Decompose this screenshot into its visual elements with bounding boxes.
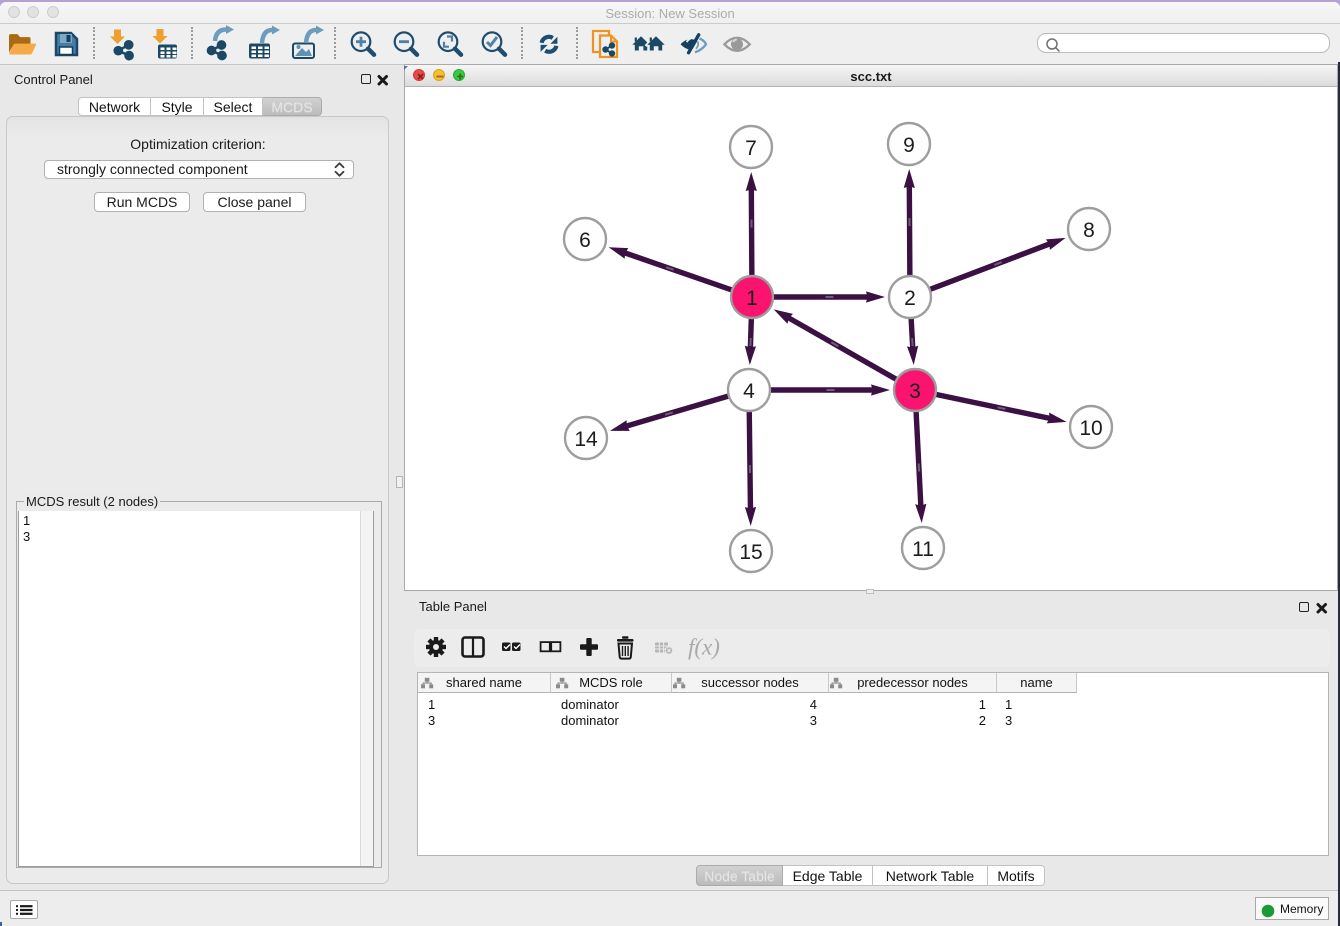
svg-text:15: 15 [739,541,762,564]
svg-text:2: 2 [904,287,916,310]
svg-text:f(x): f(x) [688,635,720,660]
svg-text:3: 3 [909,380,921,403]
svg-text:4: 4 [743,380,755,403]
svg-text:10: 10 [1079,417,1102,440]
svg-text:7: 7 [745,137,757,160]
svg-text:11: 11 [912,538,934,561]
svg-text:1: 1 [746,287,758,310]
svg-text:6: 6 [579,229,591,252]
svg-text:14: 14 [574,428,598,451]
svg-text:9: 9 [903,134,915,157]
svg-text:8: 8 [1083,219,1095,242]
